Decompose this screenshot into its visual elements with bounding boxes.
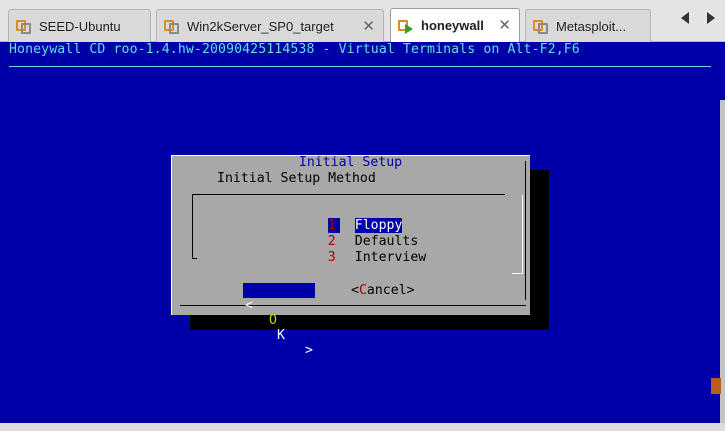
menu-border [522, 195, 523, 273]
vm-icon [16, 18, 32, 34]
cancel-button-label: ancel [366, 283, 407, 298]
menu-border [192, 194, 505, 195]
menu-border [192, 258, 197, 259]
console-status-line [0, 423, 725, 431]
dialog-border [525, 161, 526, 300]
menu-item-interview[interactable]: 3 Interview [296, 235, 426, 280]
tab-scroll-arrows [673, 8, 725, 34]
initial-setup-dialog: Initial Setup Initial Setup Method 1 Flop… [171, 155, 530, 358]
tab-seed-ubuntu[interactable]: SEED-Ubuntu [8, 9, 151, 42]
ok-button-close: > [305, 343, 313, 358]
tab-honeywall[interactable]: honeywall ✕ [390, 8, 520, 42]
close-icon[interactable]: ✕ [498, 16, 511, 34]
tab-win2kserver[interactable]: Win2kServer_SP0_target ✕ [156, 9, 384, 42]
dialog-subtitle: Initial Setup Method [217, 171, 376, 186]
tab-label: Metasploit... [556, 18, 627, 34]
cancel-button-close: > [406, 283, 415, 298]
cancel-button-hotkey: C [358, 283, 367, 298]
ok-button-label: K [277, 328, 285, 343]
scrollbar-thumb[interactable] [711, 378, 721, 394]
console-divider [9, 66, 711, 67]
menu-border [512, 273, 523, 274]
menu-border [192, 195, 193, 259]
vm-tab-bar: SEED-Ubuntu Win2kServer_SP0_target ✕ hon… [0, 0, 725, 42]
cancel-button[interactable]: <Cancel> [351, 283, 415, 298]
vm-icon [533, 18, 549, 34]
ok-button[interactable]: < O K > [243, 283, 315, 358]
chevron-right-icon[interactable] [707, 12, 715, 24]
close-icon[interactable]: ✕ [362, 17, 375, 35]
console-header: Honeywall CD roo-1.4.hw-20090425114538 -… [9, 42, 580, 57]
ok-button-hotkey: O [269, 313, 277, 328]
tab-metasploit[interactable]: Metasploit... [525, 9, 651, 42]
menu-item-label: Interview [354, 250, 427, 265]
chevron-left-icon[interactable] [681, 12, 689, 24]
dialog-border [171, 155, 172, 315]
vm-icon [164, 18, 180, 34]
ok-button-open: < [245, 298, 253, 313]
dialog-border [180, 305, 526, 306]
tab-label: Win2kServer_SP0_target [187, 18, 334, 34]
tab-label: SEED-Ubuntu [39, 18, 121, 34]
dialog-title: Initial Setup [298, 155, 403, 170]
cancel-button-open: < [351, 283, 359, 298]
vm-running-icon [398, 18, 414, 34]
menu-item-tag: 3 [327, 250, 336, 265]
